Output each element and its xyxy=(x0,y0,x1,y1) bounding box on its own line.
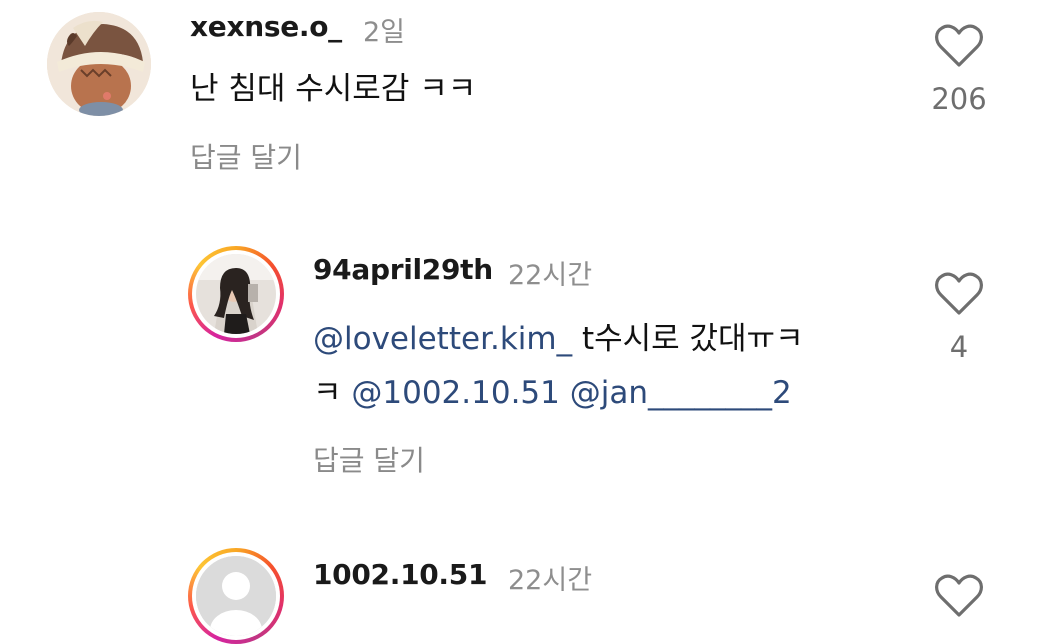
comment-text: 난 침대 수시로감 ㅋㅋ xyxy=(190,71,477,107)
photo-avatar-image xyxy=(196,254,276,334)
comment-text-line-1: @loveletter.kim_ t수시로 갔대ㅠㅋ xyxy=(313,312,804,366)
default-avatar-icon xyxy=(196,556,276,636)
mention-link[interactable]: @loveletter.kim_ xyxy=(313,321,572,357)
story-ring[interactable] xyxy=(188,246,284,342)
comment-username[interactable]: 94april29th xyxy=(313,253,493,286)
avatar xyxy=(196,254,276,334)
mention-link[interactable]: @jan________2 xyxy=(570,375,792,411)
heart-icon[interactable] xyxy=(935,24,983,68)
avatar xyxy=(196,556,276,636)
like-count: 206 xyxy=(931,82,987,116)
comment-text-line-2: ㅋ @1002.10.51 @jan________2 xyxy=(313,366,792,420)
cartoon-character-avatar-image xyxy=(47,12,151,116)
comment-text-segment: t수시로 갔대ㅠㅋ xyxy=(572,321,804,357)
reply-button[interactable]: 답글 달기 xyxy=(313,439,425,479)
like-count: 4 xyxy=(949,330,969,364)
heart-icon[interactable] xyxy=(935,574,983,618)
comment-timestamp: 22시간 xyxy=(508,565,593,596)
comment-username[interactable]: xexnse.o_ xyxy=(190,10,342,43)
comment-timestamp: 22시간 xyxy=(508,260,593,291)
reply-button[interactable]: 답글 달기 xyxy=(190,136,302,176)
comment-username[interactable]: 1002.10.51 xyxy=(313,558,487,591)
mention-link[interactable]: @1002.10.51 xyxy=(351,375,560,411)
comment-text-space xyxy=(560,375,570,411)
avatar[interactable] xyxy=(47,12,151,116)
comment-text-segment: ㅋ xyxy=(313,375,352,411)
comment-timestamp: 2일 xyxy=(363,17,406,48)
heart-icon[interactable] xyxy=(935,272,983,316)
story-ring[interactable] xyxy=(188,548,284,644)
